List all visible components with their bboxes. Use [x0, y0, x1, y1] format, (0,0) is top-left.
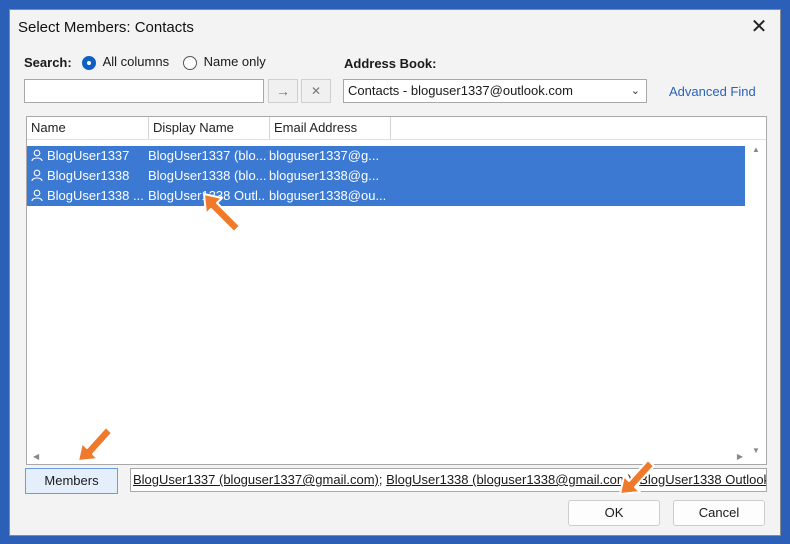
chevron-down-icon: ⌄: [630, 85, 640, 97]
members-field[interactable]: BlogUser1337 (bloguser1337@gmail.com); B…: [130, 468, 767, 492]
row-name: BlogUser1338: [47, 168, 130, 183]
clear-search-icon[interactable]: ✕: [301, 79, 331, 103]
title-bar: Select Members: Contacts ✕: [10, 10, 780, 44]
members-button[interactable]: Members: [25, 468, 118, 494]
radio-name-only-label: Name only: [203, 54, 266, 69]
row-display-name: BlogUser1338 (blo...: [148, 168, 266, 183]
row-email: bloguser1338@g...: [269, 168, 380, 183]
close-icon[interactable]: ✕: [748, 16, 770, 38]
row-email: bloguser1338@ou...: [269, 188, 387, 203]
header-divider: [27, 139, 766, 140]
contact-icon: [31, 149, 43, 161]
table-row[interactable]: BlogUser1338 BlogUser1338 (blo... blogus…: [27, 166, 745, 186]
member-entry: BlogUser1338 (bloguser1338@gmail.com): [386, 472, 633, 487]
table-row[interactable]: BlogUser1338 ... BlogUser1338 Outl... bl…: [27, 186, 745, 206]
vertical-scrollbar[interactable]: ▲ ▼: [746, 143, 766, 455]
table-row[interactable]: BlogUser1337 BlogUser1337 (blo... blogus…: [27, 146, 745, 166]
dialog-title: Select Members: Contacts: [18, 19, 194, 36]
contact-icon: [31, 189, 43, 201]
scroll-left-icon[interactable]: ◀: [33, 452, 39, 461]
scroll-up-icon[interactable]: ▲: [752, 145, 760, 154]
radio-unselected-icon: [183, 55, 197, 70]
search-label: Search:: [24, 55, 72, 70]
row-display-name: BlogUser1337 (blo...: [148, 148, 266, 163]
cancel-button[interactable]: Cancel: [673, 500, 765, 526]
column-header-email[interactable]: Email Address: [270, 117, 391, 139]
radio-name-only[interactable]: Name only: [183, 54, 266, 70]
row-name: BlogUser1337: [47, 148, 130, 163]
radio-all-columns[interactable]: All columns: [82, 54, 169, 70]
ok-button[interactable]: OK: [568, 500, 660, 526]
annotation-arrow-icon: [203, 193, 241, 233]
annotation-arrow-icon: [77, 426, 113, 462]
member-entry: BlogUser1337 (bloguser1337@gmail.com): [133, 472, 379, 487]
annotation-arrow-icon: [619, 459, 655, 495]
column-header-display-name[interactable]: Display Name: [149, 117, 270, 139]
select-members-dialog: risk.com Select Members: Contacts ✕ Sear…: [9, 9, 781, 536]
scroll-down-icon[interactable]: ▼: [752, 446, 760, 455]
advanced-find-link[interactable]: Advanced Find: [669, 84, 756, 99]
radio-selected-icon: [82, 55, 96, 70]
address-book-select[interactable]: Contacts - bloguser1337@outlook.com ⌄: [343, 79, 647, 103]
contacts-list[interactable]: Name Display Name Email Address BlogUser…: [26, 116, 767, 465]
contact-icon: [31, 169, 43, 181]
scroll-right-icon[interactable]: ▶: [737, 452, 743, 461]
go-arrow-icon[interactable]: →: [268, 79, 298, 103]
address-book-value: Contacts - bloguser1337@outlook.com: [348, 83, 573, 98]
search-input[interactable]: [24, 79, 264, 103]
address-book-label: Address Book:: [344, 56, 437, 71]
column-header-name[interactable]: Name: [27, 117, 149, 139]
row-name: BlogUser1338 ...: [47, 188, 144, 203]
radio-all-columns-label: All columns: [102, 54, 170, 69]
row-email: bloguser1337@g...: [269, 148, 380, 163]
